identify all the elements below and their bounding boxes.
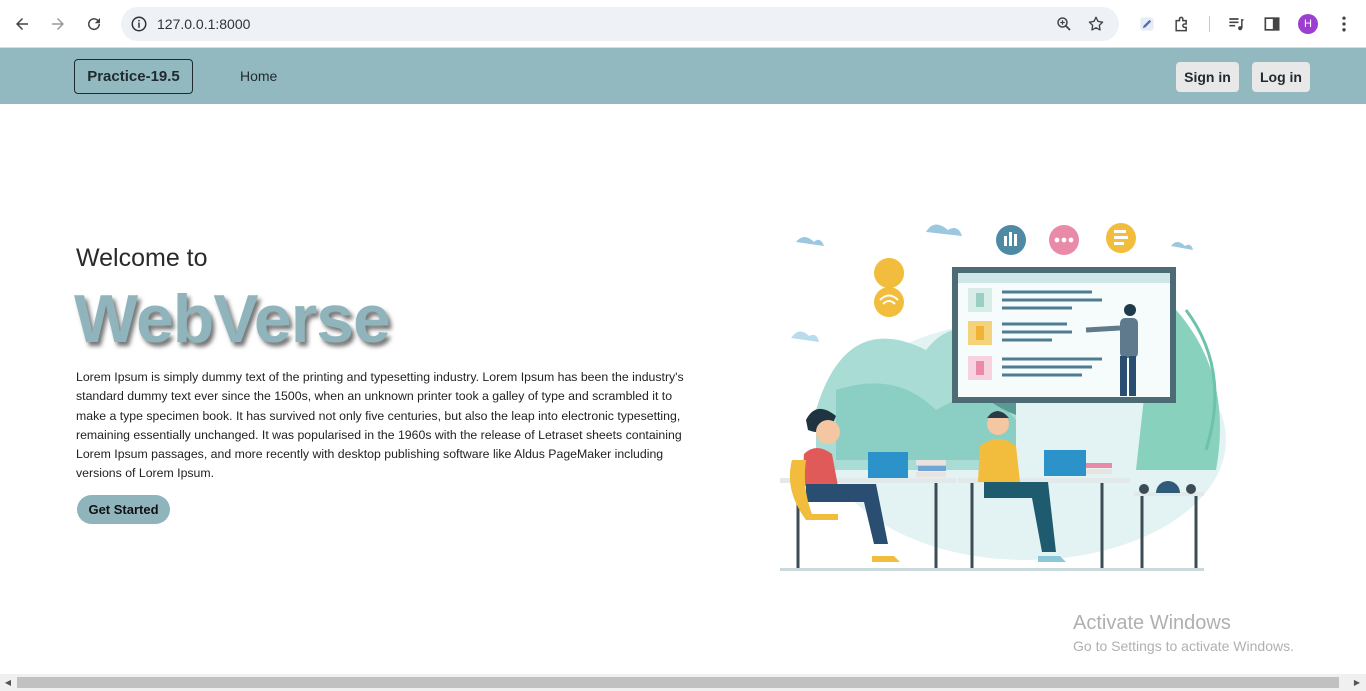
side-panel-icon[interactable] [1262,14,1282,34]
url-text[interactable]: 127.0.0.1:8000 [157,16,250,32]
bookmark-star-icon[interactable] [1087,15,1105,33]
scrollbar-thumb[interactable] [17,677,1339,688]
scroll-left-icon[interactable]: ◀ [3,677,13,688]
welcome-heading: Welcome to [76,244,208,272]
zoom-icon[interactable] [1055,15,1073,33]
hero-illustration [780,223,1226,571]
brand-logo[interactable]: Practice-19.5 [74,59,193,94]
get-started-button[interactable]: Get Started [77,495,170,524]
sign-in-button[interactable]: Sign in [1176,62,1239,92]
back-icon[interactable] [10,12,34,36]
extension-pen-icon[interactable] [1137,14,1157,34]
address-bar[interactable]: 127.0.0.1:8000 [121,7,1119,41]
hero-description: Lorem Ipsum is simply dummy text of the … [76,370,684,481]
forward-icon[interactable] [46,12,70,36]
scroll-right-icon[interactable]: ▶ [1352,677,1362,688]
horizontal-scrollbar[interactable]: ◀ ▶ [0,674,1366,691]
log-in-button[interactable]: Log in [1252,62,1310,92]
menu-kebab-icon[interactable] [1334,14,1354,34]
windows-activation-title: Activate Windows [1073,612,1231,634]
site-navbar: Practice-19.5 Home Sign in Log in [0,48,1366,104]
reload-icon[interactable] [82,12,106,36]
toolbar-separator [1209,16,1210,32]
windows-activation-subtitle: Go to Settings to activate Windows. [1073,638,1294,654]
hero-title: WebVerse [74,281,391,357]
extensions-puzzle-icon[interactable] [1172,14,1192,34]
site-info-icon[interactable] [130,15,148,33]
browser-toolbar: 127.0.0.1:8000 H [0,0,1366,48]
media-control-icon[interactable] [1226,14,1246,34]
profile-avatar[interactable]: H [1298,14,1318,34]
nav-link-home[interactable]: Home [240,68,277,84]
